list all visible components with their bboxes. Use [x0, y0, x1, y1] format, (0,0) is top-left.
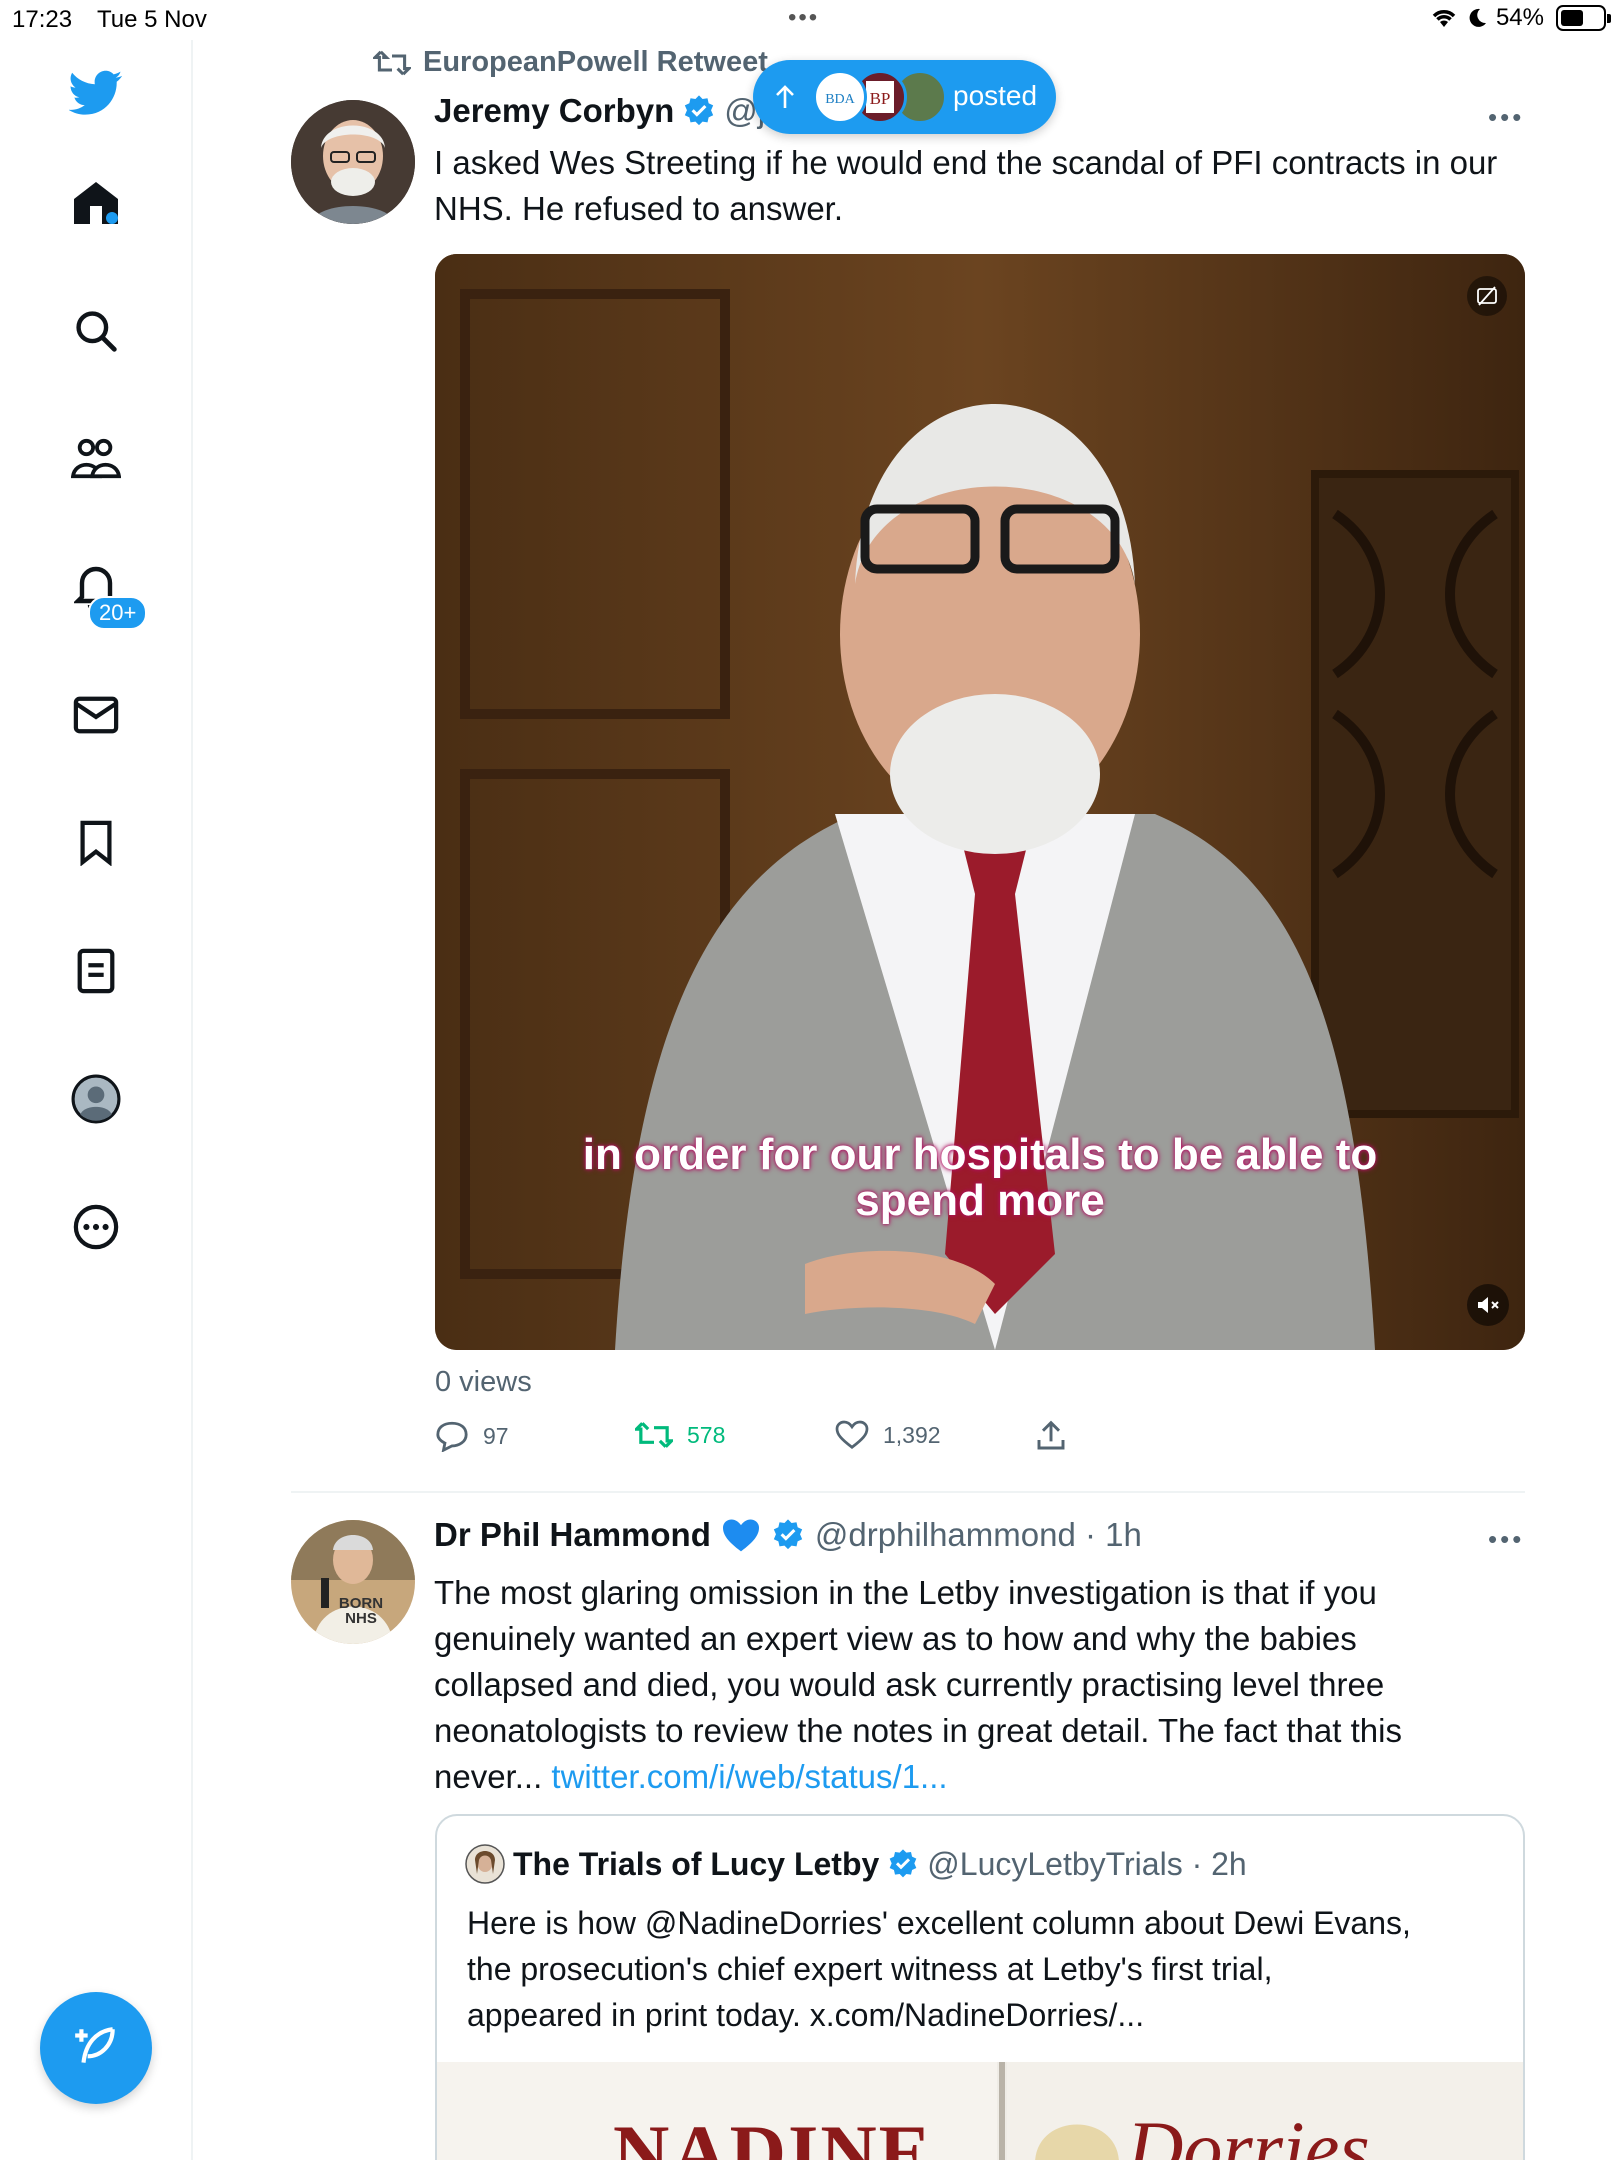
lists-icon[interactable] — [65, 940, 127, 1002]
home-icon[interactable] — [65, 172, 127, 234]
newspaper-headline-left: NADINE — [613, 2109, 933, 2160]
tweet1-text: I asked Wes Streeting if he would end th… — [434, 144, 1498, 227]
wifi-icon — [1432, 10, 1456, 27]
compose-button[interactable] — [40, 1992, 152, 2104]
profile-icon[interactable] — [65, 1068, 127, 1130]
home-unread-dot — [106, 212, 118, 224]
retweet-context[interactable]: EuropeanPowell Retweet — [373, 46, 768, 79]
status-time: 17:23 — [12, 6, 73, 33]
quote-newspaper-image[interactable]: NADINE Dorries — [437, 2062, 1523, 2160]
retweet-icon — [373, 50, 411, 75]
tweet1-views: 0 views — [435, 1366, 532, 1398]
pill-avatar-bda: BDA — [813, 70, 867, 124]
search-icon[interactable] — [65, 300, 127, 362]
video-caption-line1: in order for our hospitals to be able to — [582, 1130, 1378, 1179]
quote-text-line3: appeared in print today. x.com/NadineDor… — [467, 1997, 1145, 2033]
share-icon — [1037, 1420, 1065, 1450]
verified-badge-icon — [685, 95, 714, 126]
tweet1-header: Jeremy Corbyn @j — [434, 92, 765, 130]
tweet2-text-line4: neonatologists to review the notes in gr… — [434, 1712, 1402, 1749]
tweet1-more-icon[interactable]: ••• — [1488, 102, 1524, 133]
quote-header: The Trials of Lucy Letby @LucyLetbyTrial… — [465, 1844, 1247, 1884]
author-name[interactable]: Jeremy Corbyn — [434, 92, 674, 130]
retweeted-by-label: EuropeanPowell Retweet — [423, 46, 768, 78]
bookmarks-icon[interactable] — [65, 812, 127, 874]
avatar-dr-phil-hammond[interactable]: BORN NHS — [291, 1520, 415, 1644]
tweet2-text-line3: collapsed and died, you would ask curren… — [434, 1666, 1385, 1703]
communities-icon[interactable] — [65, 428, 127, 490]
reply-count: 97 — [483, 1422, 509, 1449]
avatar-shirt-text: BORN NHS — [338, 1595, 384, 1627]
status-bar: 17:23 Tue 5 Nov ••• 54% — [0, 0, 1620, 40]
tweet2-text: The most glaring omission in the Letby i… — [434, 1570, 1524, 1800]
retweet-count: 578 — [687, 1421, 726, 1448]
quote-text-line1: Here is how @NadineDorries' excellent co… — [467, 1905, 1411, 1941]
heart-icon — [835, 1420, 869, 1449]
multitasking-dots-icon[interactable]: ••• — [788, 4, 819, 32]
like-button[interactable]: 1,392 — [835, 1420, 941, 1450]
timeline: EuropeanPowell Retweet Jeremy Corbyn @j … — [193, 40, 1620, 2160]
share-button[interactable] — [1035, 1420, 1067, 1452]
compose-icon — [75, 2027, 115, 2063]
verified-badge-icon — [773, 1519, 803, 1550]
messages-icon[interactable] — [65, 684, 127, 746]
video-settings-icon[interactable] — [1467, 276, 1507, 316]
quote-avatar[interactable] — [465, 1844, 505, 1884]
battery-level — [1561, 10, 1583, 26]
reply-icon — [436, 1421, 468, 1452]
tweet2-link[interactable]: twitter.com/i/web/status/1... — [551, 1758, 947, 1795]
tweet1-actions: 97 578 1,392 — [435, 1420, 1525, 1470]
retweet-button[interactable]: 578 — [635, 1420, 725, 1450]
video-caption-line2: spend more — [855, 1176, 1105, 1225]
sidebar-nav: 20+ — [0, 40, 193, 2160]
author-handle-time[interactable]: @drphilhammond · 1h — [815, 1516, 1142, 1554]
blue-heart-icon — [722, 1519, 759, 1552]
tweet-divider — [291, 1491, 1525, 1493]
quote-handle-time[interactable]: @LucyLetbyTrials · 2h — [927, 1846, 1246, 1883]
notifications-badge: 20+ — [88, 596, 148, 630]
quote-text-line2: the prosecution's chief expert witness a… — [467, 1951, 1273, 1987]
tweet2-text-line5: never... — [434, 1758, 552, 1795]
new-posts-pill[interactable]: BDA BP posted — [753, 60, 1056, 134]
retweet-icon — [635, 1422, 673, 1448]
svg-text:BP: BP — [870, 89, 891, 108]
verified-badge-icon — [889, 1849, 917, 1878]
avatar-jeremy-corbyn[interactable] — [291, 100, 415, 224]
battery-icon — [1556, 5, 1611, 31]
tweet2-more-icon[interactable]: ••• — [1488, 1524, 1524, 1555]
tweet2-text-line1: The most glaring omission in the Letby i… — [434, 1574, 1377, 1611]
status-date: Tue 5 Nov — [97, 6, 207, 33]
quoted-tweet[interactable]: The Trials of Lucy Letby @LucyLetbyTrial… — [435, 1814, 1525, 2160]
moon-icon — [1469, 8, 1486, 27]
tweet2-text-line2: genuinely wanted an expert view as to ho… — [434, 1620, 1357, 1657]
battery-percent: 54% — [1495, 4, 1544, 31]
like-count: 1,392 — [883, 1421, 941, 1448]
svg-text:BDA: BDA — [825, 92, 855, 107]
pill-label: posted — [953, 80, 1038, 111]
quote-author[interactable]: The Trials of Lucy Letby — [513, 1846, 879, 1883]
mute-icon[interactable] — [1467, 1284, 1509, 1326]
arrow-up-icon — [776, 85, 794, 108]
reply-button[interactable]: 97 — [435, 1420, 509, 1452]
quote-text: Here is how @NadineDorries' excellent co… — [467, 1900, 1507, 2038]
more-icon[interactable] — [65, 1196, 127, 1258]
twitter-logo-icon[interactable] — [65, 62, 127, 124]
author-name[interactable]: Dr Phil Hammond — [434, 1516, 711, 1554]
tweet2-header: Dr Phil Hammond @drphilhammond · 1h — [434, 1516, 1142, 1554]
tweet1-video[interactable]: in order for our hospitals to be able to… — [435, 254, 1525, 1350]
newspaper-headline-right: Dorries — [1127, 2105, 1370, 2160]
